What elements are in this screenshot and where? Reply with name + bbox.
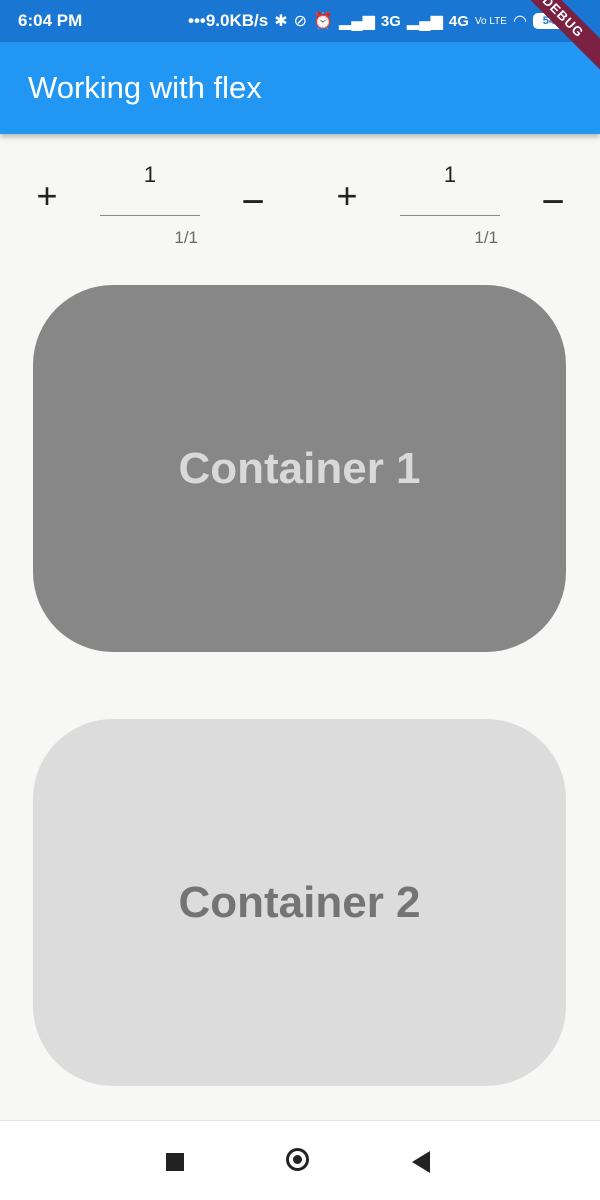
alarm-icon: ⏰	[313, 13, 333, 30]
network-3g-label: 3G	[380, 12, 401, 30]
signal-icon: ▂▄▆	[406, 13, 443, 30]
flex-value: 1	[443, 162, 457, 187]
flex-control-2: + 1 1/1 −	[332, 160, 592, 260]
app-bar: Working with flex	[0, 42, 600, 134]
signal-icon: ▂▄▆	[338, 13, 375, 30]
container-2-label: Container 2	[178, 877, 421, 927]
char-counter: 1/1	[474, 228, 498, 247]
container-2: Container 2	[33, 719, 566, 1086]
status-time: 6:04 PM	[18, 11, 83, 30]
home-icon-dot	[293, 1155, 302, 1164]
network-4g-label: 4G	[448, 12, 469, 30]
battery-icon: 54	[532, 13, 565, 29]
navigation-bar	[0, 1120, 600, 1200]
flex-value: 1	[143, 162, 157, 187]
status-icons: •••9.0KB/s ✱ ⊘ ⏰ ▂▄▆ 3G ▂▄▆ 4G Vo LTE ◠ …	[188, 11, 565, 31]
status-bar: 6:04 PM •••9.0KB/s ✱ ⊘ ⏰ ▂▄▆ 3G ▂▄▆ 4G V…	[0, 0, 600, 42]
container-1: Container 1	[33, 285, 566, 652]
screen: 6:04 PM •••9.0KB/s ✱ ⊘ ⏰ ▂▄▆ 3G ▂▄▆ 4G V…	[0, 0, 600, 1200]
increment-button[interactable]: +	[32, 175, 62, 217]
mute-icon: ⊘	[293, 13, 308, 30]
char-counter: 1/1	[174, 228, 198, 247]
flex-field[interactable]: 1	[100, 160, 200, 216]
flex-field[interactable]: 1	[400, 160, 500, 216]
network-speed: •••9.0KB/s	[188, 11, 269, 30]
increment-button[interactable]: +	[332, 175, 362, 217]
volte-label: Vo LTE	[474, 15, 507, 27]
decrement-button[interactable]: −	[238, 180, 268, 225]
back-icon[interactable]	[412, 1151, 430, 1173]
container-1-label: Container 1	[178, 443, 421, 493]
home-icon[interactable]	[286, 1148, 309, 1171]
wifi-icon: ◠	[512, 13, 527, 30]
recents-icon[interactable]	[166, 1153, 184, 1171]
bluetooth-icon: ✱	[274, 13, 288, 30]
flex-control-1: + 1 1/1 −	[32, 160, 292, 260]
decrement-button[interactable]: −	[538, 180, 568, 225]
page-title: Working with flex	[28, 70, 262, 105]
